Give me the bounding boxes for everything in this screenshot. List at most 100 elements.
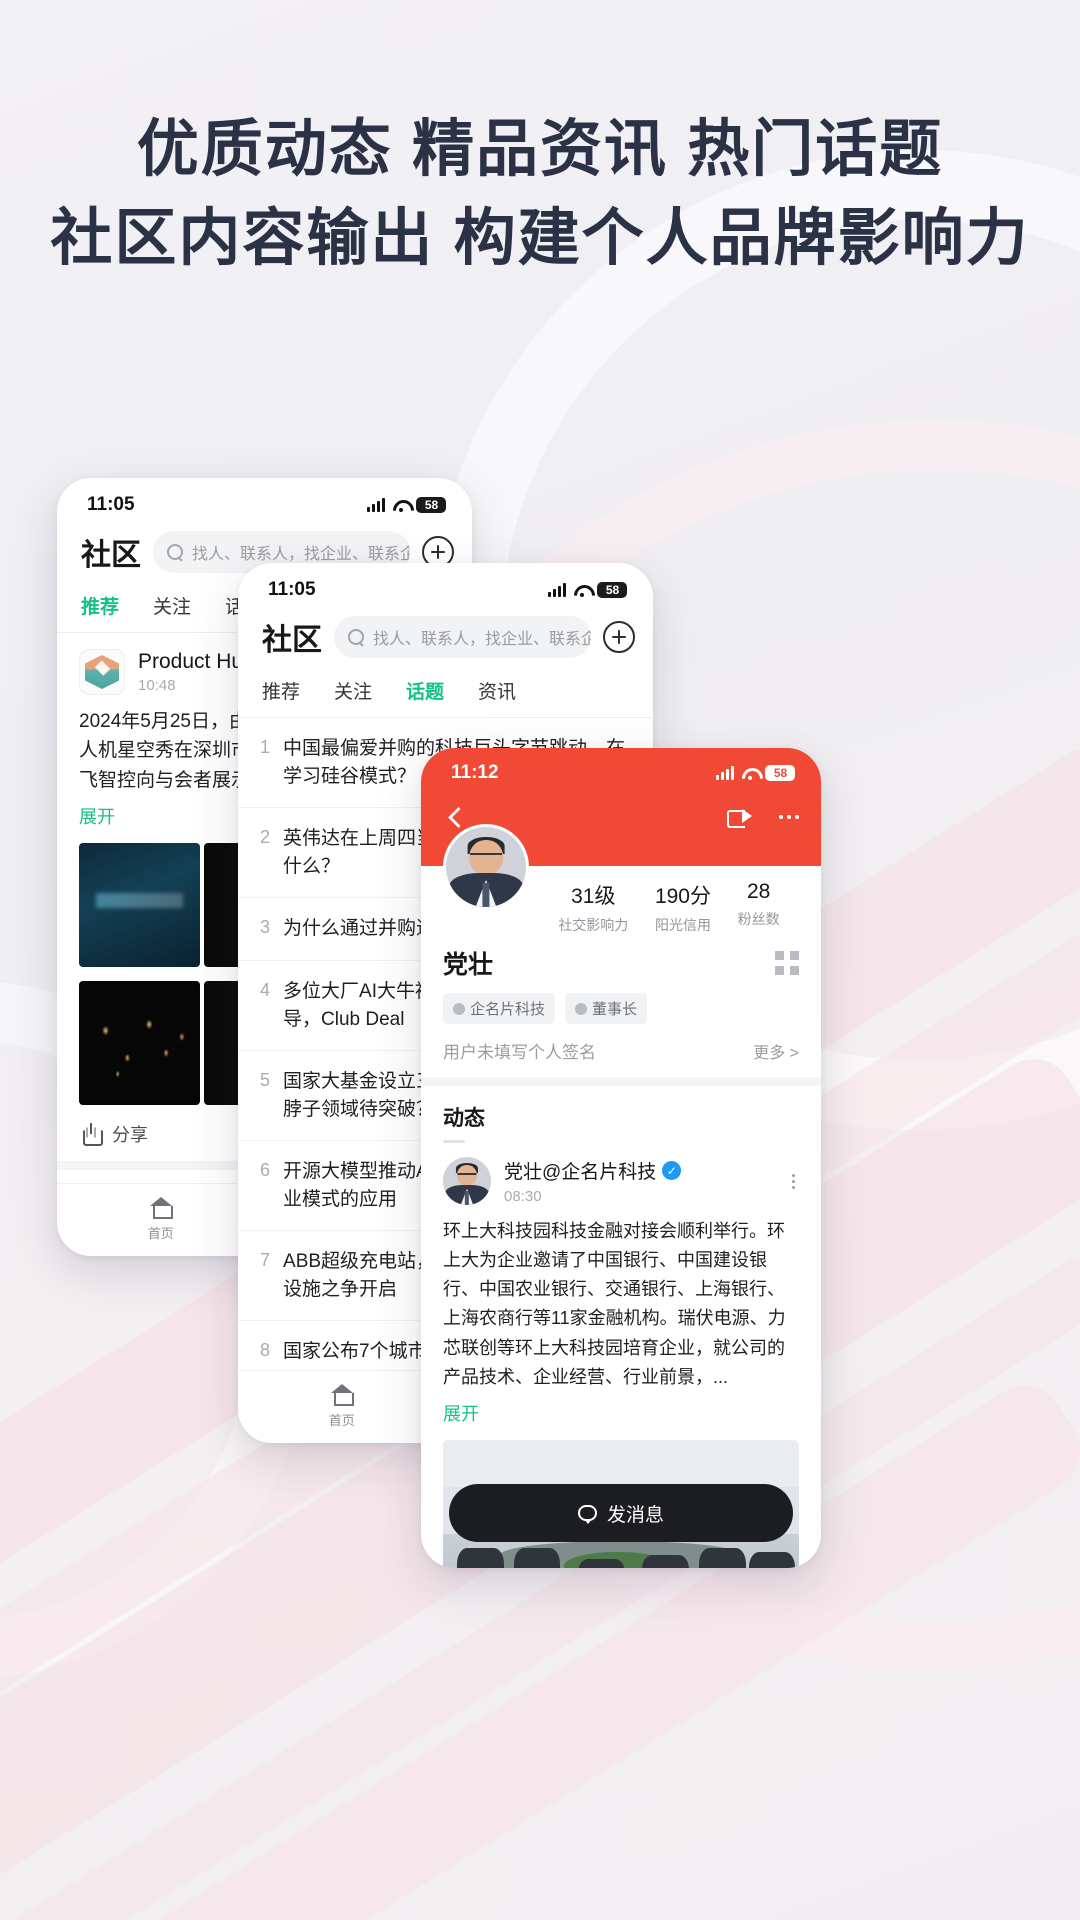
topic-rank: 2 [260, 827, 271, 848]
topic-rank: 1 [260, 737, 271, 757]
divider [421, 1077, 821, 1086]
add-icon[interactable] [603, 621, 635, 653]
profile-stats: 31级 社交影响力 190分 阳光信用 28 粉丝数 [529, 866, 799, 935]
signal-icon [367, 497, 385, 512]
badge-icon [575, 1002, 588, 1015]
headline-line-1: 优质动态 精品资讯 热门话题 [136, 115, 944, 184]
expand-button[interactable]: 展开 [443, 1400, 799, 1426]
status-time: 11:05 [268, 579, 316, 600]
search-placeholder: 找人、联系人，找企业、联系企业 [373, 631, 591, 648]
more-icon[interactable] [792, 1173, 799, 1189]
stat-followers[interactable]: 28 粉丝数 [738, 880, 780, 935]
stat-label: 粉丝数 [737, 911, 780, 927]
phone-mockup-user-profile: 11:12 58 31级 社交影响力 190分 阳光信用 28 粉丝数 党壮 企… [421, 748, 821, 1568]
tabbar-label: 首页 [147, 1226, 174, 1241]
badge-icon [453, 1002, 465, 1015]
home-icon [238, 1381, 446, 1407]
post-author: 党壮@企名片科技 [504, 1162, 657, 1183]
wifi-icon [741, 767, 758, 780]
tabbar-label: 首页 [328, 1413, 355, 1428]
message-icon [577, 1505, 597, 1524]
stat-label: 社交影响力 [558, 917, 629, 933]
status-badge[interactable]: 董事长 [565, 993, 648, 1024]
section-header: 动态 [421, 1086, 821, 1143]
tabbar-item-home[interactable]: 首页 [238, 1381, 446, 1429]
post-image[interactable] [79, 843, 200, 968]
section-title: 动态 [443, 1107, 485, 1130]
avatar[interactable] [443, 824, 529, 910]
battery-icon: 58 [765, 765, 795, 781]
status-indicators: 58 [548, 582, 627, 598]
qr-code-icon[interactable] [775, 951, 799, 975]
topic-rank: 7 [260, 1250, 271, 1271]
topic-rank: 4 [260, 979, 271, 1000]
signal-icon [716, 765, 734, 780]
status-time: 11:05 [87, 494, 135, 515]
search-placeholder: 找人、联系人，找企业、联系企业 [192, 546, 410, 563]
share-icon [81, 1123, 103, 1147]
profile-tags: 企名片科技 董事长 [443, 993, 799, 1024]
headline-line-2: 社区内容输出 构建个人品牌影响力 [50, 203, 1030, 273]
status-indicators: 58 [716, 765, 795, 781]
profile-nav-actions [727, 806, 799, 828]
tab-follow[interactable]: 关注 [153, 592, 191, 619]
tab-topics[interactable]: 话题 [406, 677, 444, 704]
send-message-button[interactable]: 发消息 [449, 1484, 793, 1542]
status-indicators: 58 [367, 497, 446, 513]
profile-top-row: 31级 社交影响力 190分 阳光信用 28 粉丝数 [443, 824, 799, 935]
verified-badge-icon: ✓ [662, 1161, 682, 1180]
profile-signature: 用户未填写个人签名 [443, 1043, 596, 1062]
signal-icon [548, 582, 566, 597]
tab-recommend[interactable]: 推荐 [81, 592, 119, 619]
page-title: 社区 [262, 624, 322, 657]
stat-label: 阳光信用 [654, 917, 711, 933]
stat-value: 28 [746, 880, 771, 903]
tabbar-item-home[interactable]: 首页 [57, 1194, 265, 1242]
topic-rank: 5 [260, 1069, 271, 1090]
badge-label: 企名片科技 [470, 1001, 546, 1018]
topic-rank: 6 [260, 1159, 271, 1180]
profile-name-row: 党壮 [443, 945, 799, 981]
wifi-icon [392, 499, 409, 512]
status-bar: 11:05 58 [57, 478, 472, 522]
share-label: 分享 [112, 1125, 148, 1146]
search-icon [167, 543, 184, 561]
page-title: 社区 [81, 539, 141, 572]
post-body: 环上大科技园科技金融对接会顺利举行。环上大为企业邀请了中国银行、中国建设银行、中… [443, 1221, 786, 1387]
tab-recommend[interactable]: 推荐 [262, 677, 300, 704]
badge-label: 董事长 [592, 1001, 638, 1018]
status-badge[interactable]: 企名片科技 [443, 993, 556, 1024]
product-hunt-logo-icon [85, 655, 119, 689]
post-header: 党壮@企名片科技 ✓ 08:30 [443, 1157, 799, 1205]
status-bar: 11:12 58 [421, 748, 821, 790]
stat-social-influence[interactable]: 31级 社交影响力 [558, 880, 628, 935]
post-author-block: 党壮@企名片科技 ✓ 08:30 [504, 1157, 682, 1205]
home-icon [57, 1194, 265, 1220]
topic-rank: 3 [260, 917, 271, 938]
back-icon[interactable] [443, 804, 469, 830]
battery-icon: 58 [597, 582, 627, 598]
more-button[interactable]: 更多 > [753, 1039, 799, 1063]
post-time: 08:30 [504, 1188, 542, 1205]
send-message-label: 发消息 [606, 1504, 664, 1526]
community-header: 社区 找人、联系人，找企业、联系企业 [238, 607, 653, 659]
status-bar: 11:05 58 [238, 563, 653, 607]
profile-signature-row: 用户未填写个人签名 更多 > [443, 1038, 799, 1063]
profile-card: 31级 社交影响力 190分 阳光信用 28 粉丝数 党壮 企名片科技 董事长 … [421, 824, 821, 1077]
search-input[interactable]: 找人、联系人，找企业、联系企业 [334, 616, 591, 658]
promo-headline: 优质动态 精品资讯 热门话题 社区内容输出 构建个人品牌影响力 [0, 112, 1080, 278]
stat-value: 190分 [654, 885, 711, 908]
battery-icon: 58 [416, 497, 446, 513]
search-icon [348, 628, 365, 646]
share-icon[interactable] [727, 806, 753, 828]
avatar[interactable] [443, 1157, 491, 1205]
more-icon[interactable] [779, 815, 799, 819]
tab-news[interactable]: 资讯 [478, 677, 516, 704]
post-image[interactable] [79, 981, 200, 1106]
stat-sunshine-credit[interactable]: 190分 阳光信用 [655, 880, 711, 935]
stat-value: 31级 [571, 885, 616, 908]
avatar[interactable] [79, 649, 125, 695]
tab-follow[interactable]: 关注 [334, 677, 372, 704]
feed-tabs: 推荐 关注 话题 资讯 [238, 659, 653, 718]
wifi-icon [573, 584, 590, 597]
